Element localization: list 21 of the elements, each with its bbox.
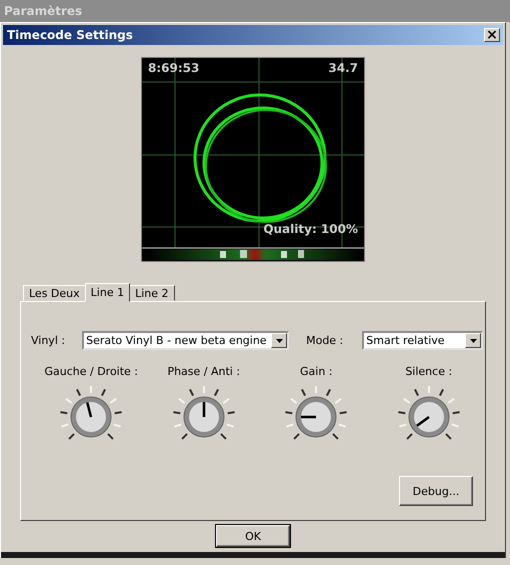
ok-button[interactable]: OK bbox=[216, 525, 290, 547]
window-title: Timecode Settings bbox=[7, 28, 133, 42]
quality-readout: Quality: 100% bbox=[263, 222, 358, 236]
knob-label: Gain : bbox=[300, 365, 332, 378]
caret-icon bbox=[276, 338, 283, 342]
tab[interactable]: Les Deux bbox=[23, 285, 86, 301]
mode-label: Mode : bbox=[306, 334, 344, 347]
knob-label: Silence : bbox=[405, 365, 452, 378]
dropdown[interactable]: Serato Vinyl B - new beta engine bbox=[82, 331, 290, 350]
tab[interactable]: Line 1 bbox=[84, 283, 130, 302]
caret-icon bbox=[470, 338, 477, 342]
knob-label: Phase / Anti : bbox=[167, 365, 240, 378]
vinyl-label: Vinyl : bbox=[31, 334, 66, 347]
dropdown[interactable]: Smart relative bbox=[362, 331, 484, 350]
position-readout: 8:69:53 bbox=[148, 61, 200, 75]
parent-window-title: Paramètres bbox=[4, 4, 82, 18]
tab[interactable]: Line 2 bbox=[129, 285, 174, 301]
knob-label: Gauche / Droite : bbox=[44, 365, 138, 378]
speed-readout: 34.7 bbox=[328, 61, 358, 75]
close-button[interactable]: × bbox=[484, 28, 500, 42]
debug-button[interactable]: Debug... bbox=[399, 476, 473, 506]
